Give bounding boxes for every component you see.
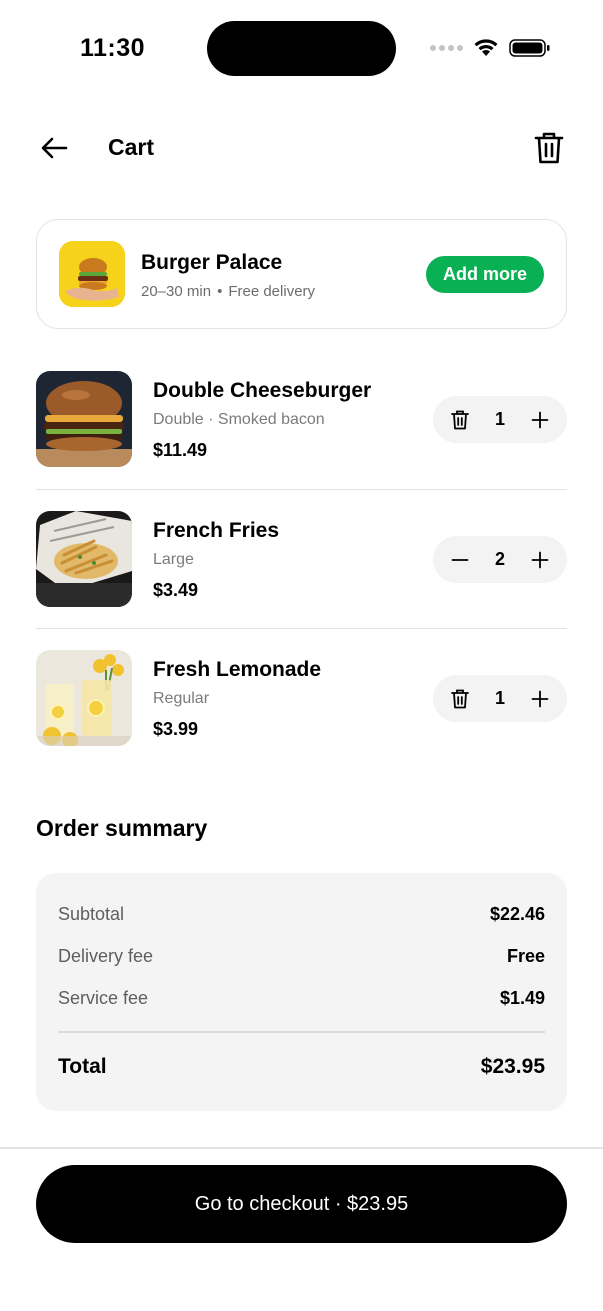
item-price: $3.49 (153, 580, 199, 600)
total-value: $23.95 (480, 1055, 545, 1078)
restaurant-card[interactable]: Burger Palace 20–30 min • Free delivery … (36, 219, 567, 329)
trash-icon (534, 132, 564, 164)
summary-label: Delivery fee (58, 946, 154, 966)
summary-value: Free (506, 946, 545, 966)
bottom-divider (0, 1147, 603, 1149)
summary-label: Subtotal (58, 904, 125, 924)
quantity-value: 2 (494, 549, 505, 569)
increase-quantity-button[interactable] (529, 549, 551, 571)
summary-row-total: Total $23.95 (58, 1055, 545, 1079)
summary-row-delivery-fee: Delivery fee Free (58, 946, 545, 967)
trash-icon (451, 410, 469, 429)
item-variant: Double · Smoked bacon (153, 411, 325, 428)
quantity-value: 1 (494, 688, 505, 708)
order-summary-title: Order summary (36, 815, 208, 841)
quantity-value: 1 (494, 409, 505, 429)
cart-item: Fresh Lemonade Regular $3.99 1 (36, 650, 567, 750)
dynamic-island (207, 21, 396, 76)
summary-divider (58, 1031, 545, 1033)
plus-icon (531, 411, 549, 428)
cellular-signal-icon (430, 45, 463, 51)
battery-icon (509, 39, 550, 57)
summary-row-subtotal: Subtotal $22.46 (58, 904, 545, 925)
app-header: Cart (0, 118, 603, 178)
checkout-button[interactable]: Go to checkout · $23.95 (36, 1165, 567, 1243)
arrow-left-icon (41, 137, 68, 159)
increase-quantity-button[interactable] (529, 409, 551, 431)
item-image-fries (36, 511, 132, 607)
total-label: Total (58, 1055, 107, 1078)
clear-cart-button[interactable] (531, 128, 567, 168)
summary-value: $1.49 (499, 988, 545, 1008)
status-bar: 11:30 (0, 0, 603, 96)
delivery-fee-note: Free delivery (228, 283, 316, 300)
remove-item-button[interactable] (449, 688, 471, 710)
cart-item: French Fries Large $3.49 2 (36, 511, 567, 629)
item-variant: Regular (153, 690, 210, 707)
add-more-button[interactable]: Add more (425, 256, 544, 293)
back-button[interactable] (36, 130, 72, 166)
cart-item: Double Cheeseburger Double · Smoked baco… (36, 371, 567, 490)
item-name: French Fries (153, 519, 280, 542)
restaurant-meta: 20–30 min • Free delivery (141, 283, 315, 300)
summary-label: Service fee (58, 988, 149, 1008)
decrease-quantity-button[interactable] (449, 549, 471, 571)
quantity-stepper: 1 (433, 675, 567, 722)
plus-icon (531, 690, 549, 707)
item-price: $11.49 (153, 440, 208, 460)
quantity-stepper: 2 (433, 536, 567, 583)
minus-icon (451, 558, 469, 561)
status-time: 11:30 (80, 34, 146, 62)
item-image-lemonade (36, 650, 132, 746)
trash-icon (451, 689, 469, 708)
item-variant: Large (153, 551, 194, 568)
item-name: Double Cheeseburger (153, 379, 372, 402)
restaurant-logo (59, 241, 125, 307)
status-icons (430, 38, 551, 58)
increase-quantity-button[interactable] (529, 688, 551, 710)
plus-icon (531, 551, 549, 568)
quantity-stepper: 1 (433, 396, 567, 443)
page-title: Cart (108, 134, 155, 160)
order-summary-card: Subtotal $22.46 Delivery fee Free Servic… (36, 873, 567, 1111)
wifi-icon (474, 39, 498, 56)
item-price: $3.99 (153, 719, 199, 739)
remove-item-button[interactable] (449, 409, 471, 431)
meta-separator: • (217, 283, 223, 300)
item-name: Fresh Lemonade (153, 658, 322, 681)
summary-row-service-fee: Service fee $1.49 (58, 988, 545, 1009)
item-image-burger (36, 371, 132, 467)
restaurant-name: Burger Palace (141, 251, 283, 274)
delivery-eta: 20–30 min (141, 283, 212, 300)
summary-value: $22.46 (489, 904, 545, 924)
